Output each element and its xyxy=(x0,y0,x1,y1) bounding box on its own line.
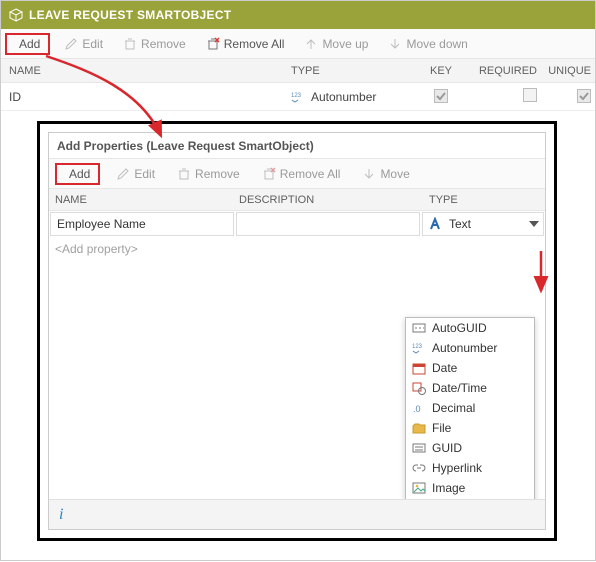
move-down-button[interactable]: Move down xyxy=(382,35,473,53)
text-type-icon xyxy=(429,217,443,231)
chevron-down-icon xyxy=(529,221,539,227)
hyperlink-type-icon xyxy=(412,461,426,475)
image-type-icon xyxy=(412,481,426,495)
date-type-icon xyxy=(412,361,426,375)
dialog-edit-button[interactable]: Edit xyxy=(110,165,161,183)
main-toolbar: Add Edit Remove Remove All Move up Move … xyxy=(1,29,595,59)
guid-type-icon xyxy=(412,441,426,455)
dialog-col-name[interactable]: NAME xyxy=(49,194,239,206)
arrow-down-icon xyxy=(388,37,402,51)
autoguid-type-icon xyxy=(412,321,426,335)
trash-x-icon xyxy=(262,167,276,181)
property-unique-cell xyxy=(541,89,596,105)
type-option-autonumber[interactable]: 123Autonumber xyxy=(406,338,534,358)
property-key-cell xyxy=(411,89,471,105)
dialog-body: Employee Name Text <Add property> AutoGU… xyxy=(49,211,545,499)
dialog-footer: i xyxy=(49,499,545,529)
remove-button[interactable]: Remove xyxy=(117,35,192,53)
dialog-move-button[interactable]: Move xyxy=(356,165,415,183)
unique-checkbox[interactable] xyxy=(577,89,591,103)
add-button[interactable]: Add xyxy=(5,33,50,55)
type-option-guid[interactable]: GUID xyxy=(406,438,534,458)
type-option-date[interactable]: Date xyxy=(406,358,534,378)
type-option-autoguid[interactable]: AutoGUID xyxy=(406,318,534,338)
property-name-cell: ID xyxy=(1,90,291,104)
type-option-decimal[interactable]: .0Decimal xyxy=(406,398,534,418)
file-type-icon xyxy=(412,421,426,435)
type-option-image[interactable]: Image xyxy=(406,478,534,498)
page-header: LEAVE REQUEST SMARTOBJECT xyxy=(1,1,595,29)
info-icon[interactable]: i xyxy=(59,506,63,524)
type-option-hyperlink[interactable]: Hyperlink xyxy=(406,458,534,478)
dialog-title: Add Properties (Leave Request SmartObjec… xyxy=(49,133,545,159)
dialog-remove-all-button[interactable]: Remove All xyxy=(256,165,347,183)
edit-button[interactable]: Edit xyxy=(58,35,109,53)
pencil-icon xyxy=(64,37,78,51)
dialog-toolbar: Add Edit Remove Remove All Move xyxy=(49,159,545,189)
property-row[interactable]: ID 123 Autonumber xyxy=(1,83,595,111)
description-input[interactable] xyxy=(236,212,420,236)
add-property-placeholder[interactable]: <Add property> xyxy=(49,237,545,261)
column-key-header[interactable]: KEY xyxy=(411,65,471,77)
smartobject-icon xyxy=(9,8,23,22)
pencil-icon xyxy=(116,167,130,181)
required-checkbox[interactable] xyxy=(523,88,537,102)
property-type-cell: 123 Autonumber xyxy=(291,90,411,104)
autonumber-type-icon: 123 xyxy=(291,90,305,104)
dialog-add-button[interactable]: Add xyxy=(55,163,100,185)
type-option-file[interactable]: File xyxy=(406,418,534,438)
move-up-button[interactable]: Move up xyxy=(298,35,374,53)
type-select[interactable]: Text xyxy=(422,212,544,236)
trash-icon xyxy=(177,167,191,181)
dialog-col-type[interactable]: TYPE xyxy=(429,194,545,206)
datetime-type-icon xyxy=(412,381,426,395)
svg-text:123: 123 xyxy=(412,344,423,350)
type-dropdown: AutoGUID 123Autonumber Date Date/Time .0… xyxy=(405,317,535,499)
type-option-memo[interactable]: Memo xyxy=(406,498,534,499)
remove-all-button[interactable]: Remove All xyxy=(200,35,291,53)
decimal-type-icon: .0 xyxy=(412,401,426,415)
arrow-up-icon xyxy=(304,37,318,51)
page-title: LEAVE REQUEST SMARTOBJECT xyxy=(29,8,231,22)
column-name-header[interactable]: NAME xyxy=(1,65,291,77)
dialog-remove-button[interactable]: Remove xyxy=(171,165,246,183)
new-property-row: Employee Name Text xyxy=(49,211,545,237)
type-option-datetime[interactable]: Date/Time xyxy=(406,378,534,398)
name-input[interactable]: Employee Name xyxy=(50,212,234,236)
key-checkbox[interactable] xyxy=(434,89,448,103)
trash-x-icon xyxy=(206,37,220,51)
dialog-grid-header: NAME DESCRIPTION TYPE xyxy=(49,189,545,211)
dialog-col-description[interactable]: DESCRIPTION xyxy=(239,194,429,206)
property-required-cell xyxy=(471,88,541,105)
move-icon xyxy=(362,167,376,181)
add-properties-dialog: Add Properties (Leave Request SmartObjec… xyxy=(37,121,557,541)
properties-grid-header: NAME TYPE KEY REQUIRED UNIQUE xyxy=(1,59,595,83)
column-type-header[interactable]: TYPE xyxy=(291,65,411,77)
smartobject-designer: LEAVE REQUEST SMARTOBJECT Add Edit Remov… xyxy=(0,0,596,561)
svg-text:.0: .0 xyxy=(413,404,421,414)
svg-text:123: 123 xyxy=(291,93,302,99)
trash-icon xyxy=(123,37,137,51)
column-unique-header[interactable]: UNIQUE xyxy=(541,65,596,77)
autonumber-type-icon: 123 xyxy=(412,341,426,355)
column-required-header[interactable]: REQUIRED xyxy=(471,65,541,77)
